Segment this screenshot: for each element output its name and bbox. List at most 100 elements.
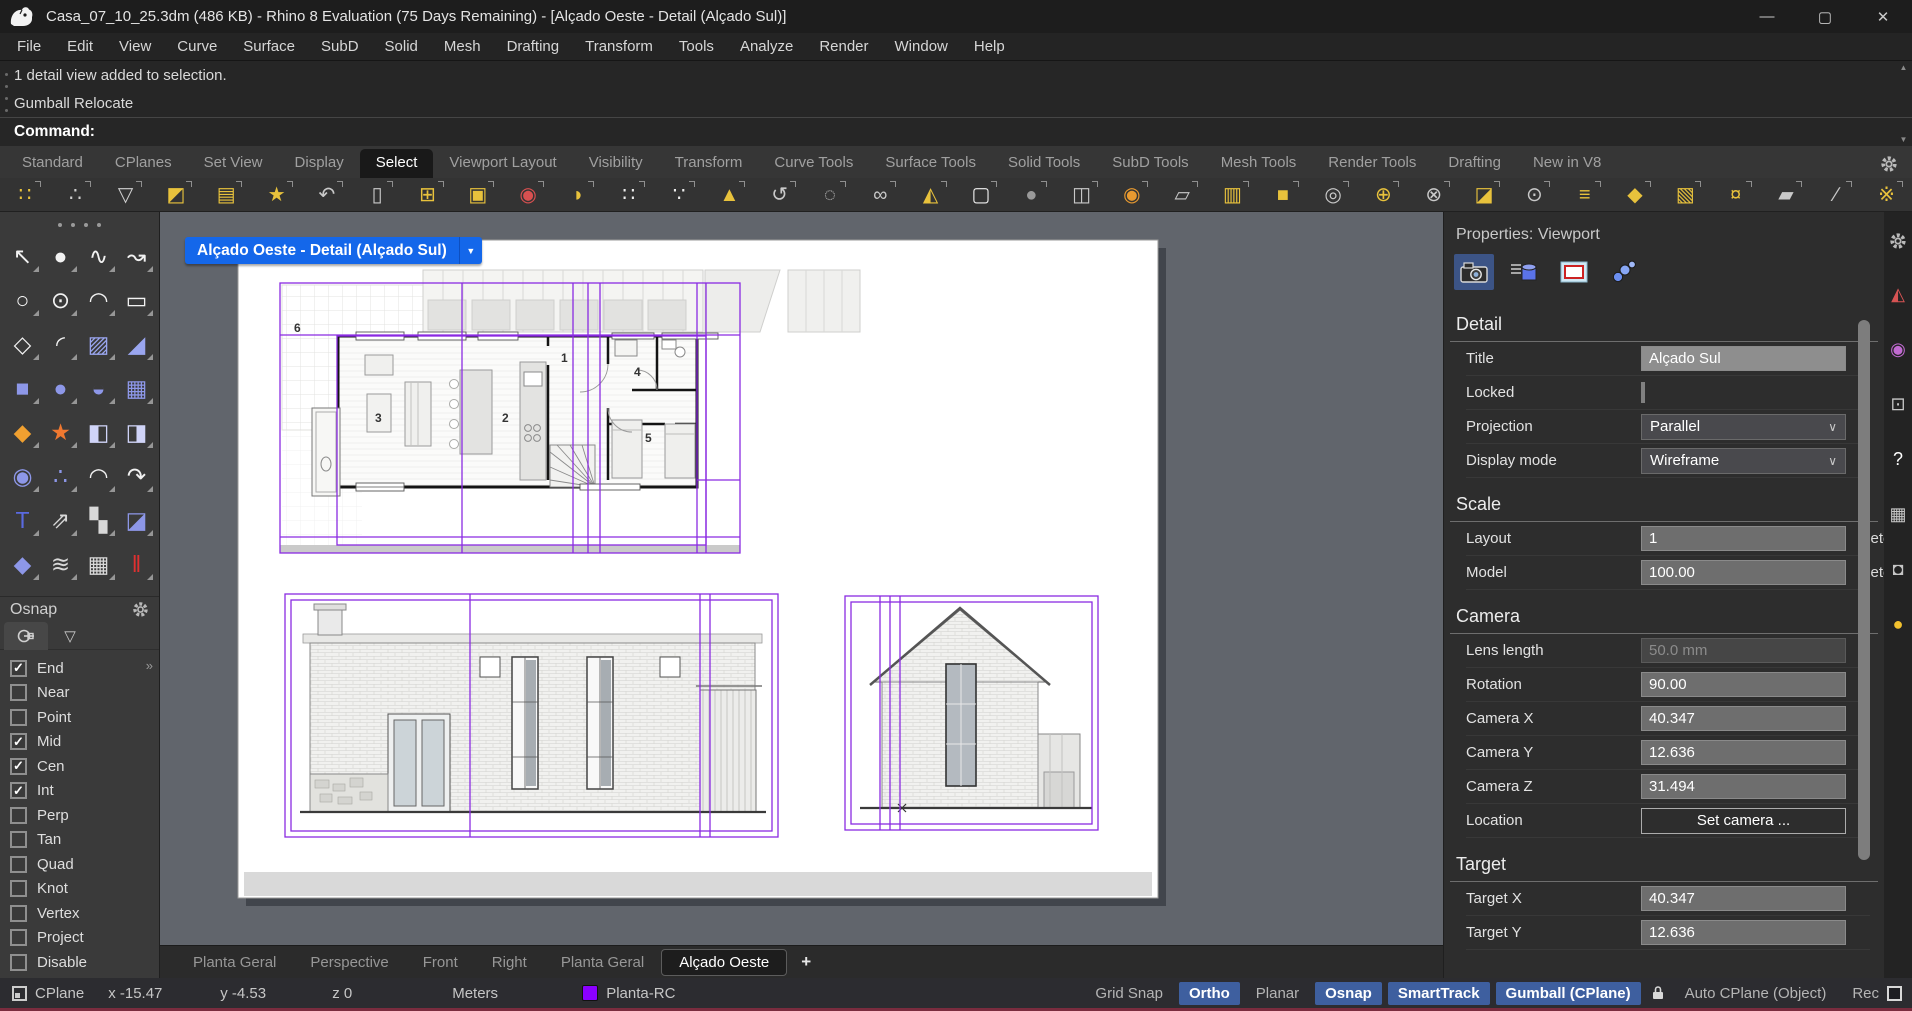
circle-tool[interactable]: ○ [5,282,41,318]
toolbar-tab[interactable]: Display [279,149,360,178]
panel-scrollbar[interactable] [1858,320,1870,860]
toolbar-tab[interactable]: CPlanes [99,149,188,178]
explode-tool[interactable]: ★ [43,414,79,450]
target-y-input[interactable] [1641,920,1846,945]
osnap-checkbox[interactable] [10,807,27,824]
revolve-tool[interactable]: ◒ [81,370,117,406]
spheres-group-tool[interactable]: ◉ [5,458,41,494]
osnap-checkbox[interactable] [10,929,27,946]
detail-properties-icon[interactable] [1554,254,1594,290]
layout-page-canvas[interactable]: 1 2 3 4 5 6 [160,212,1443,945]
lock-icon[interactable] [1651,985,1665,1001]
toolbar-tab[interactable]: Solid Tools [992,149,1096,178]
record-history-icon[interactable] [1887,986,1902,1001]
minimize-button[interactable]: — [1738,0,1796,33]
layout-viewport[interactable]: 1 2 3 4 5 6 [160,212,1443,945]
polygon-tool[interactable]: ◇ [5,326,41,362]
palette-drag-handle[interactable] [0,212,159,238]
array-tool[interactable]: ▚ [81,502,117,538]
osnap-checkbox[interactable] [10,856,27,873]
extrude-tool[interactable]: ◆ [5,546,41,582]
grid-panel-icon[interactable]: ▦ [1887,503,1909,525]
target-x-input[interactable] [1641,886,1846,911]
surface-grid-tool[interactable]: ▦ [119,370,155,406]
statusbar-toggle[interactable]: SmartTrack [1388,982,1490,1005]
viewport-tab[interactable]: Perspective [293,950,405,975]
osnap-overflow-chevron[interactable]: » [146,658,153,673]
menu-item[interactable]: Help [961,33,1018,60]
select-by-id-icon[interactable]: ⊞ [413,180,443,210]
select-wirebox-icon[interactable]: ◫ [1067,180,1097,210]
osnap-checkbox[interactable] [10,905,27,922]
layers-properties-icon[interactable] [1504,254,1544,290]
select-card-icon[interactable]: ▥ [1218,180,1248,210]
notifications-icon[interactable]: ● [1887,613,1909,635]
curve-through-points-tool[interactable]: ↝ [119,238,155,274]
menu-item[interactable]: Solid [372,33,431,60]
select-key-icon[interactable]: ¤ [1721,180,1751,210]
text-tool[interactable]: T [5,502,41,538]
statusbar-toggle[interactable]: Osnap [1315,982,1382,1005]
osnap-gear-icon[interactable] [132,601,149,618]
select-group-icon[interactable]: ⊕ [1368,180,1398,210]
menu-item[interactable]: View [106,33,164,60]
toolbar-tab[interactable]: Viewport Layout [433,149,572,178]
select-wedge-icon[interactable]: ◗ [563,180,593,210]
camera-panel-icon[interactable]: ◘ [1887,558,1909,580]
select-eraser-icon[interactable]: ◪ [1469,180,1499,210]
command-prompt[interactable]: Command: [0,117,1912,146]
viewport-tab[interactable]: Planta Geral [544,950,661,975]
maximize-button[interactable]: ▢ [1796,0,1854,33]
statusbar-toggle[interactable]: Planar [1246,982,1309,1005]
record-history-toggle[interactable]: Rec [1842,982,1881,1005]
adjust-curve-tool[interactable]: ◠ [81,458,117,494]
select-sphere-icon[interactable]: ● [1016,180,1046,210]
select-spiral-icon[interactable]: ◎ [1318,180,1348,210]
cplane-selector[interactable]: CPlane [0,985,96,1002]
select-pyramid-icon[interactable]: ◭ [916,180,946,210]
close-button[interactable]: ✕ [1854,0,1912,33]
invert-selection-icon[interactable]: ◩ [161,180,191,210]
camera-z-input[interactable] [1641,774,1846,799]
toolbar-tab[interactable]: Select [360,149,434,178]
menu-item[interactable]: Drafting [494,33,573,60]
select-curves-icon[interactable]: ↺ [765,180,795,210]
osnap-checkbox[interactable] [10,831,27,848]
add-viewport-tab-button[interactable]: + [787,952,825,972]
menu-item[interactable]: Curve [164,33,230,60]
osnap-tab-snaps[interactable] [4,622,48,650]
osnap-checkbox[interactable] [10,733,27,750]
select-chain-icon[interactable]: ∞ [865,180,895,210]
osnap-checkbox[interactable] [10,880,27,897]
select-package-icon[interactable]: ▧ [1670,180,1700,210]
select-cone-icon[interactable]: ▲ [714,180,744,210]
point-tool[interactable]: ● [43,238,79,274]
toolbar-tab[interactable]: Surface Tools [869,149,992,178]
toolbar-tab[interactable]: Set View [188,149,279,178]
select-surfaces-icon[interactable]: ▣ [463,180,493,210]
toolbar-tab[interactable]: New in V8 [1517,149,1617,178]
statusbar-toggle[interactable]: Ortho [1179,982,1240,1005]
select-by-color-icon[interactable]: ◉ [513,180,543,210]
window-select-icon[interactable]: ▢ [966,180,996,210]
display-mode-select[interactable]: Wireframe∨ [1641,448,1846,474]
toolbar-tab[interactable]: SubD Tools [1096,149,1204,178]
control-point-curve-tool[interactable]: ∿ [81,238,117,274]
select-balls-icon[interactable]: ◉ [1117,180,1147,210]
scale-tool[interactable]: ⇗ [43,502,79,538]
select-by-layer-icon[interactable]: ▤ [211,180,241,210]
menu-item[interactable]: Mesh [431,33,494,60]
select-dots-icon[interactable]: ∵ [664,180,694,210]
rect-array-tool[interactable]: ▦ [81,546,117,582]
puzzle-plugin-tool[interactable]: ◆ [5,414,41,450]
osnap-checkbox[interactable] [10,709,27,726]
command-grip[interactable] [2,73,10,112]
section-tool[interactable]: ‖ [119,546,155,582]
toolbar-tab[interactable]: Visibility [573,149,659,178]
viewport-tab[interactable]: Planta Geral [176,950,293,975]
menu-item[interactable]: SubD [308,33,372,60]
menu-item[interactable]: Edit [54,33,106,60]
camera-x-input[interactable] [1641,706,1846,731]
layout-scale-input[interactable] [1641,526,1846,551]
select-pointer-tool[interactable]: ↖ [5,238,41,274]
